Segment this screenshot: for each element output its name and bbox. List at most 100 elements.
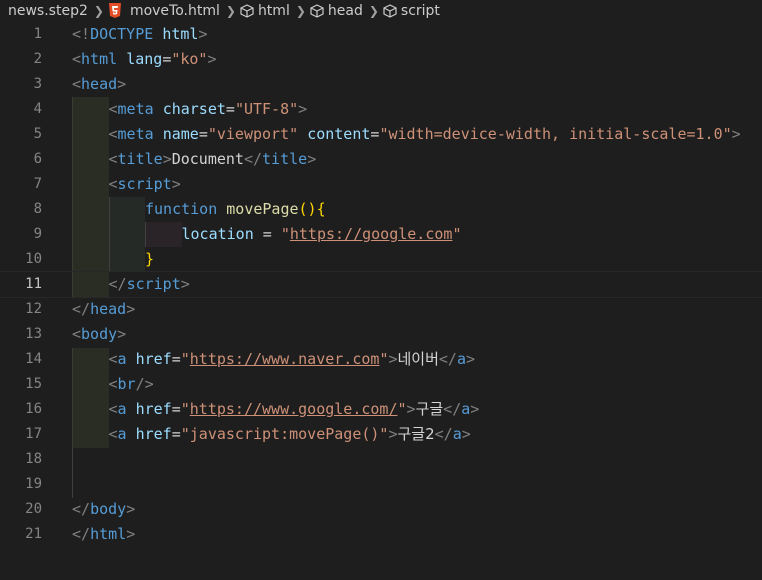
code-token: title [117,150,163,168]
line-number: 5 [33,126,42,142]
code-line[interactable]: 16 <a href="https://www.google.com/">구글</… [0,397,762,422]
breadcrumb-head[interactable]: head [310,3,363,19]
code-token[interactable]: https://www.google.com/ [190,400,398,418]
code-token: </ [443,400,462,418]
code-line[interactable]: 1 <!DOCTYPE html> [0,22,762,47]
code-line[interactable]: 14 <a href="https://www.naver.com">네이버</a… [0,347,762,372]
code-token: charset [162,100,226,118]
code-token: a [461,400,471,418]
code-editor[interactable]: 1 <!DOCTYPE html> 2 <html lang="ko"> 3 <head>… [0,22,762,580]
code-token: 구글2 [397,425,435,443]
code-line[interactable]: 20 </body> [0,497,762,522]
line-number: 15 [25,376,42,392]
code-token[interactable]: https://www.naver.com [190,350,380,368]
chevron-right-icon: ❯ [225,4,236,18]
code-line[interactable]: 21 </html> [0,522,762,547]
line-number: 13 [25,326,42,342]
breadcrumb-folder-label: news.step2 [8,3,88,19]
code-text: <a href="https://www.google.com/">구글</a> [109,397,480,422]
code-token: <! [72,25,91,43]
code-token: html [162,25,199,43]
code-token: " [280,225,290,243]
code-token: > [298,100,308,118]
code-line[interactable]: 15 <br/> [0,372,762,397]
code-token: > [171,175,181,193]
code-token: > [461,425,471,443]
code-token: a [452,425,462,443]
chevron-right-icon: ❯ [93,4,104,18]
code-line[interactable]: 19 [0,472,762,497]
code-token: = [225,100,235,118]
code-token: = [162,50,172,68]
code-token: </ [72,300,91,318]
code-text: <a href="https://www.naver.com">네이버</a> [109,347,476,372]
code-token: < [108,350,118,368]
code-token: < [108,400,118,418]
code-token: body [81,325,118,343]
code-line[interactable]: 5 <meta name="viewport" content="width=de… [0,122,762,147]
line-number: 11 [25,276,42,292]
code-line[interactable]: 8 function movePage(){ [0,197,762,222]
code-token: lang [126,50,163,68]
code-token: > [126,500,136,518]
code-line[interactable]: 3 <head> [0,72,762,97]
code-token: movePage [226,200,299,218]
breadcrumb-file[interactable]: moveTo.html [108,3,220,19]
code-token: function [145,200,218,218]
code-text: } [145,247,154,272]
code-line[interactable]: 6 <title>Document</title> [0,147,762,172]
code-token: > [466,350,476,368]
line-number: 2 [33,51,42,67]
code-token[interactable]: https://google.com [290,225,453,243]
code-token: > [731,125,741,143]
code-line[interactable]: 10} [0,247,762,272]
breadcrumb-head-label: head [327,3,363,19]
line-number: 7 [33,176,42,192]
code-token: = [253,225,281,243]
code-token: < [108,425,118,443]
code-token: title [262,150,308,168]
code-line[interactable]: 12 </head> [0,297,762,322]
code-token: </ [434,425,453,443]
code-text: <head> [72,72,126,97]
code-line[interactable]: 18 [0,447,762,472]
code-token: DOCTYPE [90,25,154,43]
code-text: <html lang="ko"> [72,47,217,72]
code-line[interactable]: 17 <a href="javascript:movePage()">구글2</a… [0,422,762,447]
breadcrumb-html[interactable]: html [240,3,290,19]
code-token: "viewport" [207,125,299,143]
code-token: "javascript:movePage()" [180,425,389,443]
code-token: Document [171,150,244,168]
code-line[interactable]: 9 location = "https://google.com" [0,222,762,247]
breadcrumb-script[interactable]: script [383,3,440,19]
code-line[interactable]: 7 <script> [0,172,762,197]
code-token: head [90,300,127,318]
line-number: 21 [25,526,42,542]
code-text: location = "https://google.com" [182,222,462,247]
code-token: " [452,225,462,243]
code-line[interactable]: 11 </script> [0,271,762,298]
code-text: <!DOCTYPE html> [72,22,207,47]
code-line[interactable]: 2 <html lang="ko"> [0,47,762,72]
code-token: 네이버 [397,350,439,368]
code-token: () [298,200,317,218]
code-token: < [108,175,118,193]
code-text: <script> [109,172,181,197]
code-token: meta [117,100,154,118]
cube-icon [383,4,397,18]
code-line[interactable]: 13 <body> [0,322,762,347]
breadcrumb-folder[interactable]: news.step2 [8,3,88,19]
code-line[interactable]: 4 <meta charset="UTF-8"> [0,97,762,122]
code-text: </body> [72,497,135,522]
line-number: 10 [25,251,42,267]
code-token: > [207,50,217,68]
code-token: body [90,500,127,518]
code-text: <title>Document</title> [109,147,317,172]
